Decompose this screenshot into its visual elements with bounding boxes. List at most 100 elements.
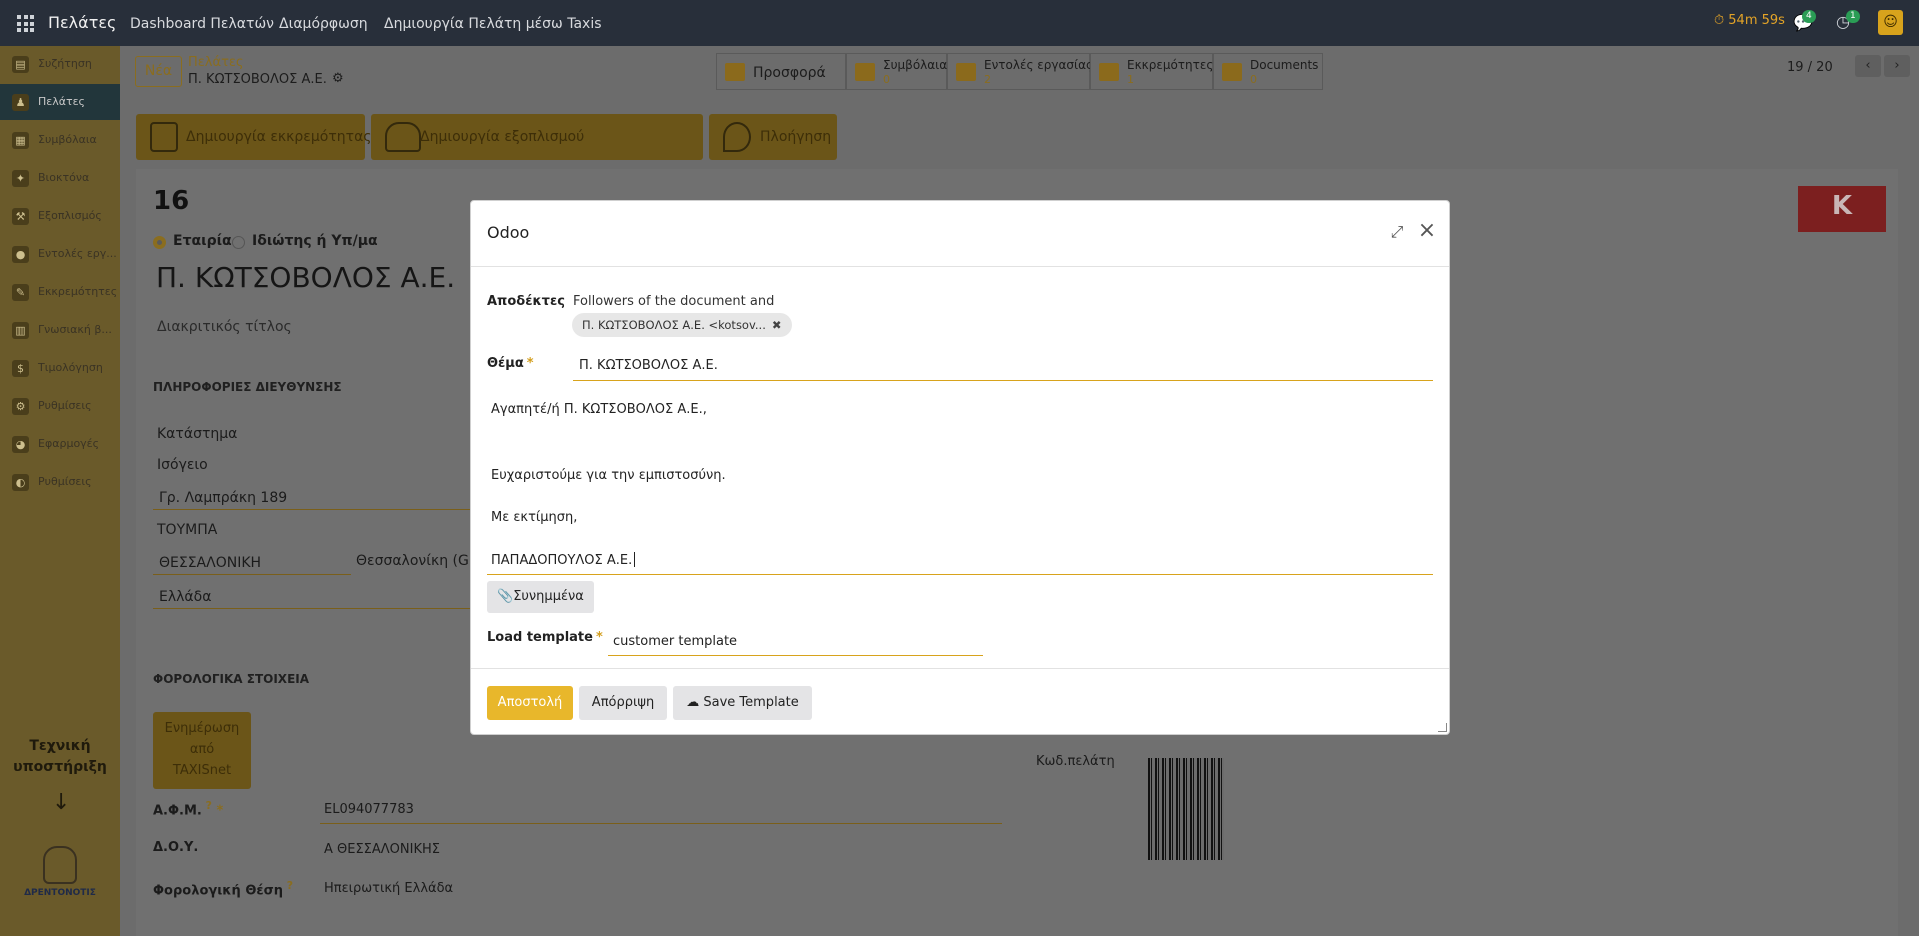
vat-label: Α.Φ.Μ. ? *	[153, 799, 224, 819]
apps-icon: ◕	[12, 436, 29, 453]
activity-badge: 1	[1846, 10, 1860, 23]
country-field[interactable]: Ελλάδα	[159, 589, 211, 605]
sidebar-item-settings-2[interactable]: ◐ Ρυθμίσεις	[0, 464, 120, 500]
pager-value[interactable]: 19 / 20	[1787, 60, 1833, 75]
radio-person[interactable]	[232, 236, 245, 249]
body-greeting: Αγαπητέ/ή Π. ΚΩΤΣΟΒΟΛΟΣ Α.Ε.,	[491, 402, 707, 417]
recipient-tag[interactable]: Π. ΚΩΤΣΟΒΟΛΟΣ Α.Ε. <kotsov... ✖	[572, 313, 792, 337]
sidebar-item-equipment[interactable]: ⚒ Εξοπλισμός	[0, 198, 120, 234]
sidebar-item-label: Γνωσιακή β...	[38, 323, 112, 336]
area-field[interactable]: ΤΟΥΜΠΑ	[157, 522, 217, 538]
fiscal-position-label: Φορολογική Θέση ?	[153, 879, 294, 899]
sidebar-item-customers[interactable]: ♟ Πελάτες	[0, 84, 120, 120]
customer-logo[interactable]: K	[1798, 186, 1886, 232]
app-brand[interactable]: Πελάτες	[48, 13, 116, 32]
body-thanks: Ευχαριστούμε για την εμπιστοσύνη.	[491, 468, 726, 483]
create-equipment-button[interactable]: Δημιουργία εξοπλισμού	[371, 114, 703, 160]
save-template-button[interactable]: ☁ Save Template	[673, 686, 812, 720]
floor-field[interactable]: Ισόγειο	[157, 457, 208, 473]
smart-button-offer[interactable]: Προσφορά	[716, 53, 846, 90]
resize-handle-icon[interactable]	[1438, 723, 1447, 732]
sidebar-item-pending[interactable]: ✎ Εκκρεμότητες	[0, 274, 120, 310]
pending-icon: ✎	[12, 284, 29, 301]
app-menu-icon[interactable]	[17, 15, 34, 32]
smart-button-work-orders[interactable]: Εντολές εργασίας 2	[947, 53, 1093, 90]
hardhat-icon	[385, 122, 421, 152]
chat-badge: 4	[1802, 10, 1816, 23]
sidebar-item-chat[interactable]: ▤ Συζήτηση	[0, 46, 120, 82]
close-icon[interactable]: ×	[1417, 220, 1437, 242]
remove-tag-icon[interactable]: ✖	[772, 318, 782, 332]
followers-text: Followers of the document and	[573, 294, 775, 309]
pager-next-button[interactable]: ›	[1884, 55, 1910, 77]
store-field[interactable]: Κατάστημα	[157, 426, 237, 442]
sidebar-item-invoicing[interactable]: $ Τιμολόγηση	[0, 350, 120, 386]
users-icon: ♟	[12, 94, 29, 111]
doy-field[interactable]: Α ΘΕΣΣΑΛΟΝΙΚΗΣ	[324, 842, 440, 857]
smart-button-contracts[interactable]: Συμβόλαια 0	[846, 53, 947, 90]
distinctive-title-field[interactable]: Διακριτικός τίτλος	[157, 319, 292, 335]
company-logo: ΔΡΕΝΤΟΝΟΤΙΣ	[20, 846, 100, 898]
sidebar-item-settings[interactable]: ⚙ Ρυθμίσεις	[0, 388, 120, 424]
sidebar-item-label: Εφαρμογές	[38, 437, 100, 450]
subject-label: Θέμα *	[487, 356, 534, 371]
fiscal-position-field[interactable]: Ηπειρωτική Ελλάδα	[324, 881, 453, 896]
sidebar-item-work-orders[interactable]: ● Εντολές εργ...	[0, 236, 120, 272]
sidebar-item-knowledge[interactable]: ▥ Γνωσιακή β...	[0, 312, 120, 348]
discard-button[interactable]: Απόρριψη	[579, 686, 667, 720]
action-label: Πλοήγηση	[760, 129, 832, 145]
send-button[interactable]: Αποστολή	[487, 686, 573, 720]
gear-icon[interactable]: ⚙	[332, 71, 344, 86]
customer-barcode	[1148, 758, 1224, 860]
new-button[interactable]: Νέα	[135, 56, 182, 87]
state-field[interactable]: Θεσσαλονίκη (GR)	[356, 553, 484, 569]
menu-dashboard[interactable]: Dashboard Πελατών	[130, 16, 274, 32]
chat-icon: ▤	[12, 56, 29, 73]
create-pending-button[interactable]: Δημιουργία εκκρεμότητας	[136, 114, 372, 160]
expand-icon[interactable]: ⤢	[1388, 223, 1406, 241]
pager-prev-button[interactable]: ‹	[1855, 55, 1881, 77]
city-field[interactable]: ΘΕΣΣΑΛΟΝΙΚΗ	[159, 555, 261, 571]
arrow-down-icon: ↓	[52, 790, 71, 815]
smart-button-label: Documents	[1250, 58, 1319, 72]
menu-configuration[interactable]: Διαμόρφωση	[279, 16, 368, 32]
timer-display[interactable]: ⏱ 54m 59s	[1714, 13, 1785, 28]
smart-button-value: 2	[984, 73, 991, 86]
attachments-button[interactable]: 📎Συνημμένα	[487, 581, 594, 613]
sidebar-item-label: Συζήτηση	[38, 57, 92, 70]
menu-create-taxis[interactable]: Δημιουργία Πελάτη μέσω Taxis	[384, 16, 602, 32]
navigation-button[interactable]: Πλοήγηση	[709, 114, 837, 160]
dialog-footer: Αποστολή Απόρριψη ☁ Save Template	[471, 668, 1449, 734]
radio-company[interactable]	[153, 236, 166, 249]
settings-icon: ⚙	[12, 398, 29, 415]
biocide-icon: ✦	[12, 170, 29, 187]
list-icon	[1099, 63, 1119, 81]
smart-button-label: Προσφορά	[753, 65, 826, 81]
vat-field[interactable]: EL094077783	[324, 802, 414, 817]
smart-button-pending[interactable]: Εκκρεμότητες 1	[1090, 53, 1213, 90]
sidebar-item-label: Συμβόλαια	[38, 133, 97, 146]
sidebar-item-label: Εκκρεμότητες	[38, 285, 118, 298]
taxis-button-line1: Ενημέρωση	[164, 721, 240, 736]
smart-button-documents[interactable]: Documents 0	[1213, 53, 1323, 90]
street-field[interactable]: Γρ. Λαμπράκη 189	[159, 490, 287, 506]
sidebar-item-biocides[interactable]: ✦ Βιοκτόνα	[0, 160, 120, 196]
country-underline	[153, 608, 471, 609]
recipients-label: Αποδέκτες	[487, 294, 565, 309]
sms-icon	[725, 63, 745, 81]
customer-name[interactable]: Π. ΚΩΤΣΟΒΟΛΟΣ Α.Ε.	[156, 261, 455, 294]
template-select[interactable]: customer template	[608, 628, 983, 656]
support-link[interactable]: Τεχνική υποστήριξη	[0, 736, 120, 778]
action-label: Δημιουργία εξοπλισμού	[420, 129, 585, 145]
invoice-icon: $	[12, 360, 29, 377]
sidebar-item-contracts[interactable]: ▦ Συμβόλαια	[0, 122, 120, 158]
user-avatar[interactable]: ☺	[1878, 10, 1903, 35]
email-body-editor[interactable]: Αγαπητέ/ή Π. ΚΩΤΣΟΒΟΛΟΣ Α.Ε., Ευχαριστού…	[487, 391, 1433, 575]
update-from-taxisnet-button[interactable]: Ενημέρωση από TAXISnet	[153, 712, 251, 789]
sidebar-item-apps[interactable]: ◕ Εφαρμογές	[0, 426, 120, 462]
breadcrumb-parent[interactable]: Πελάτες	[188, 55, 244, 70]
sidebar-item-label: Εντολές εργ...	[38, 247, 117, 260]
dialog-title: Odoo	[487, 223, 530, 242]
subject-input[interactable]: Π. ΚΩΤΣΟΒΟΛΟΣ Α.Ε.	[573, 351, 1433, 381]
taxis-button-line2: από	[189, 742, 215, 757]
